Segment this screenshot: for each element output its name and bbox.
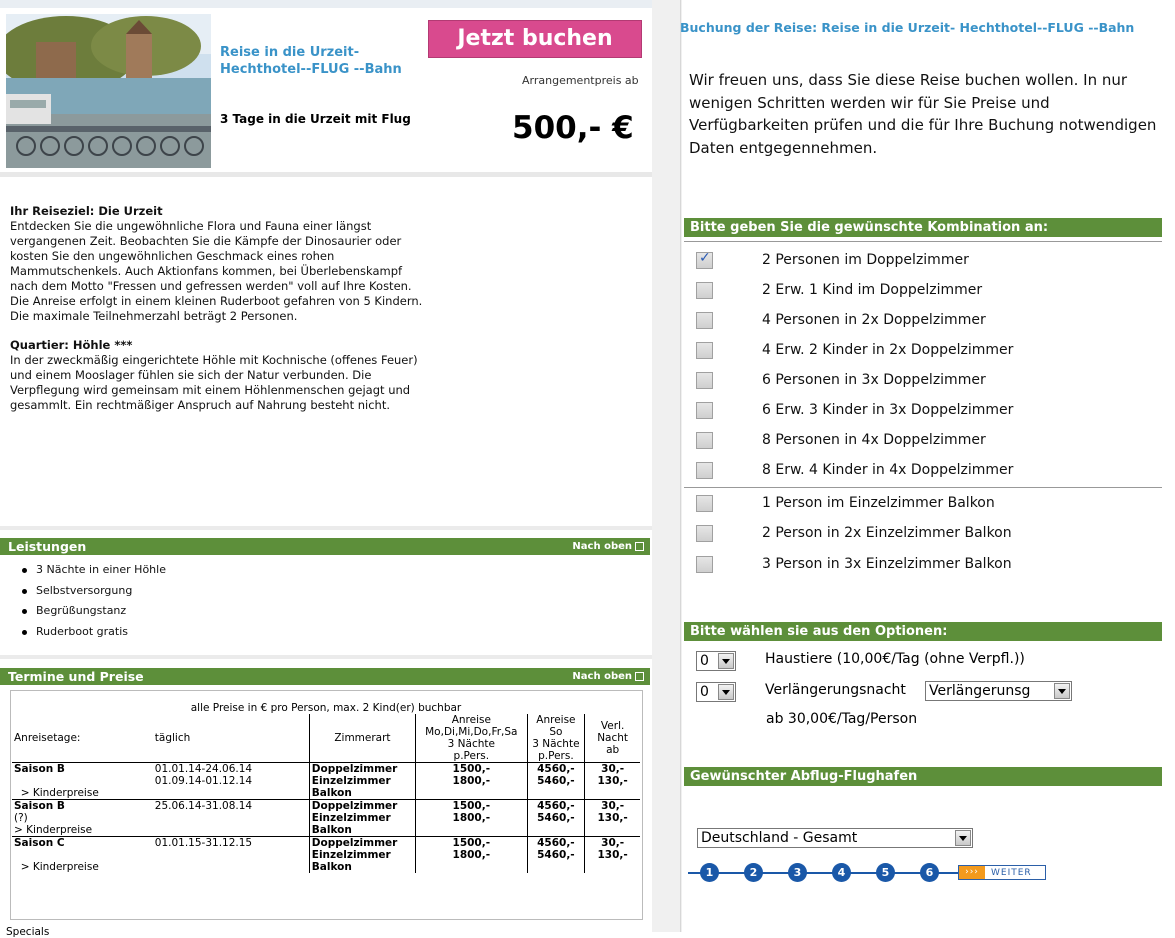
list-item: 3 Nächte in einer Höhle (22, 563, 166, 576)
step-2[interactable]: 2 (744, 863, 763, 882)
header-anreisetage: Anreisetage: (14, 732, 81, 744)
extension-price: ab 30,00€/Tag/Person (766, 711, 918, 727)
step-1[interactable]: 1 (700, 863, 719, 882)
forward-arrows-icon: ››› (959, 866, 985, 879)
options-section-bar: Bitte wählen sie aus den Optionen: (684, 622, 1162, 641)
next-button[interactable]: ››› WEITER (958, 865, 1046, 880)
step-6[interactable]: 6 (920, 863, 939, 882)
destination-text: Entdecken Sie die ungewöhnliche Flora un… (10, 219, 423, 323)
price-label: Arrangementpreis ab (522, 74, 639, 87)
kinderpreise-link[interactable]: > Kinderpreise (12, 824, 153, 837)
kinderpreise-link[interactable]: > Kinderpreise (12, 787, 153, 800)
steps-line (688, 872, 958, 874)
checkbox[interactable] (696, 342, 713, 359)
nach-oben-link[interactable]: Nach oben (572, 668, 644, 685)
kinderpreise-link[interactable]: > Kinderpreise (12, 861, 153, 873)
termine-section-bar: Termine und Preise Nach oben (0, 668, 650, 685)
chevron-down-icon (955, 830, 971, 846)
header-anreise-wochentag: Anreise Mo,Di,Mi,Do,Fr,Sa 3 Nächte p.Pers. (415, 714, 528, 763)
pet-label: Haustiere (10,00€/Tag (ohne Verpfl.)) (765, 651, 1025, 667)
hotel-photo (6, 14, 211, 168)
trip-description: Ihr Reiseziel: Die Urzeit Entdecken Sie … (10, 204, 425, 427)
quarters-text: In der zweckmäßig eingerichtete Höhle mi… (10, 353, 418, 412)
checkbox[interactable] (696, 282, 713, 299)
table-row: > Kinderpreise Balkon (12, 824, 640, 837)
top-strip (0, 0, 652, 8)
trip-subtitle: 3 Tage in die Urzeit mit Flug (220, 112, 411, 126)
destination-heading: Ihr Reiseziel: Die Urzeit (10, 204, 163, 218)
header-taeglich: täglich (154, 732, 191, 744)
extension-label: Verlängerungsnacht (765, 682, 906, 698)
pet-quantity-select[interactable]: 0 (696, 651, 736, 671)
price-table-caption: alle Preise in € pro Person, max. 2 Kind… (190, 702, 462, 714)
booking-steps: 1 2 3 4 5 6 ››› WEITER (688, 862, 1068, 884)
bullet-icon (22, 629, 27, 635)
checkbox[interactable] (696, 402, 713, 419)
price-value: 500,- € (512, 110, 634, 146)
booking-intro: Wir freuen uns, dass Sie diese Reise buc… (689, 71, 1157, 157)
up-arrow-icon (635, 671, 644, 681)
quarters-heading: Quartier: Höhle *** (10, 338, 133, 352)
panel-divider-line (680, 0, 681, 932)
help-link[interactable]: (?) (12, 812, 153, 824)
hero-divider (0, 172, 652, 177)
table-row: > Kinderpreise Balkon (12, 787, 640, 800)
departure-airport-select[interactable]: Deutschland - Gesamt (697, 828, 973, 848)
leistungen-title: Leistungen (8, 539, 87, 554)
table-row: Saison B 01.01.14-24.06.14 Doppelzimmer … (12, 762, 640, 775)
chevron-down-icon (718, 684, 734, 700)
section-separator (0, 526, 652, 530)
trip-detail-panel: Reise in die Urzeit-Hechthotel--FLUG --B… (0, 0, 652, 938)
checkbox[interactable] (696, 495, 713, 512)
checkbox[interactable] (696, 372, 713, 389)
checkbox[interactable] (696, 432, 713, 449)
combination-section-bar: Bitte geben Sie die gewünschte Kombinati… (684, 218, 1162, 237)
header-anreise-sonntag: Anreise So 3 Nächte p.Pers. (526, 714, 585, 763)
checkbox[interactable] (696, 556, 713, 573)
checkbox[interactable] (696, 462, 713, 479)
list-item: Begrüßungstanz (22, 604, 126, 617)
price-table: alle Preise in € pro Person, max. 2 Kind… (12, 702, 640, 873)
table-row: Einzelzimmer 1800,- 5460,- 130,- (12, 849, 640, 861)
up-arrow-icon (635, 541, 644, 551)
leistungen-section-bar: Leistungen Nach oben (0, 538, 650, 555)
header-zimmerart: Zimmerart (308, 714, 416, 763)
bullet-icon (22, 588, 27, 594)
panel-divider (652, 0, 682, 932)
extension-night-select[interactable]: Verlängerunsg (925, 681, 1072, 701)
termine-title: Termine und Preise (8, 669, 144, 684)
table-row: Saison C 01.01.15-31.12.15 Doppelzimmer … (12, 836, 640, 849)
table-row: 01.09.14-01.12.14 Einzelzimmer 1800,- 54… (12, 775, 640, 787)
section-separator (0, 655, 652, 659)
bullet-icon (22, 608, 27, 614)
nach-oben-link[interactable]: Nach oben (572, 538, 644, 555)
step-5[interactable]: 5 (876, 863, 895, 882)
table-row: (?) Einzelzimmer 1800,- 5460,- 130,- (12, 812, 640, 824)
specials-label: Specials (6, 926, 50, 938)
header-verlaengerung: Verl. Nacht ab (584, 714, 640, 763)
section-rule (684, 241, 1162, 242)
checkbox[interactable] (696, 312, 713, 329)
step-4[interactable]: 4 (832, 863, 851, 882)
table-row: > Kinderpreise Balkon (12, 861, 640, 873)
checkbox[interactable] (696, 525, 713, 542)
list-item: Ruderboot gratis (22, 625, 128, 638)
extension-quantity-select[interactable]: 0 (696, 682, 736, 702)
book-now-button[interactable]: Jetzt buchen (428, 20, 642, 58)
chevron-down-icon (718, 653, 734, 669)
trip-title-link[interactable]: Reise in die Urzeit-Hechthotel--FLUG --B… (220, 44, 410, 78)
list-item: Selbstversorgung (22, 584, 132, 597)
step-3[interactable]: 3 (788, 863, 807, 882)
combo-group-separator (684, 487, 1162, 488)
airport-section-bar: Gewünschter Abflug-Flughafen (684, 767, 1162, 786)
checkbox[interactable] (696, 250, 713, 269)
booking-title: Buchung der Reise: Reise in die Urzeit- … (680, 20, 1135, 35)
table-row: Saison B 25.06.14-31.08.14 Doppelzimmer … (12, 799, 640, 812)
bullet-icon (22, 567, 27, 573)
chevron-down-icon (1054, 683, 1070, 699)
